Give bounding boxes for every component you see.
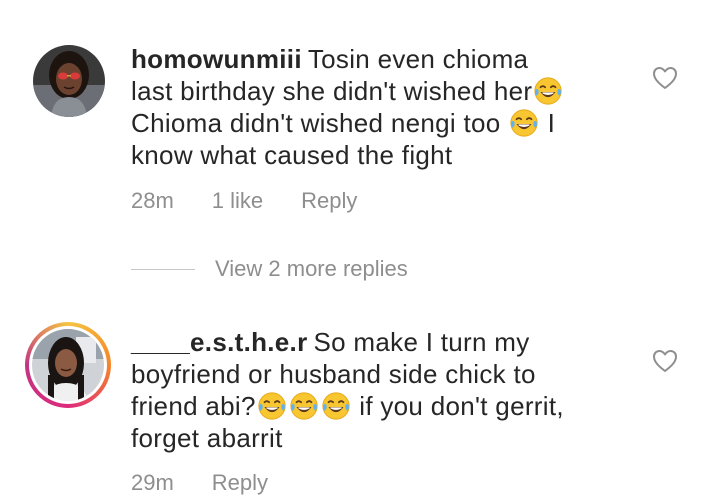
comment-text-segment: Tosin even chioma [307, 44, 529, 74]
avatar[interactable] [33, 45, 105, 117]
comment-line-1: homowunmiii Tosin even chioma [131, 43, 621, 75]
laughing-emoji-icon [289, 391, 319, 421]
comment-text-segment: forget abarrit [131, 423, 283, 453]
divider [131, 268, 195, 270]
comment-text-segment: Chioma didn't wished nengi too [131, 108, 501, 138]
comment-line-2: boyfriend or husband side chick to [131, 358, 621, 390]
comment-meta: 29m Reply [131, 470, 306, 496]
avatar [32, 329, 104, 401]
comment-likes[interactable]: 1 like [212, 188, 263, 214]
view-more-replies-button[interactable]: View 2 more replies [131, 252, 408, 286]
comment-line-3: Chioma didn't wished nengi too I [131, 107, 621, 139]
laughing-emoji-icon [533, 76, 563, 106]
reply-button[interactable]: Reply [212, 470, 268, 496]
laughing-emoji-icon [257, 391, 287, 421]
laughing-emoji-icon [509, 108, 539, 138]
comment-line-4: forget abarrit [131, 422, 621, 454]
comment-text-segment: last birthday she didn't wished her [131, 76, 533, 106]
comment-meta: 28m 1 like Reply [131, 188, 395, 214]
view-replies-label: View 2 more replies [215, 256, 408, 281]
comment-text: ____e.s.t.h.e.r So make I turn my boyfrie… [131, 326, 621, 454]
comment-time: 28m [131, 188, 174, 213]
comment-line-3: friend abi? if you don't gerrit, [131, 390, 621, 422]
comment-text-segment: know what caused the fight [131, 140, 453, 170]
comment-username[interactable]: ____e.s.t.h.e.r [131, 327, 308, 357]
laughing-emoji-icon [321, 391, 351, 421]
comment-text-segment: if you don't gerrit, [359, 391, 564, 421]
heart-outline-icon[interactable] [652, 66, 678, 90]
avatar-border [29, 326, 107, 404]
comment-line-4: know what caused the fight [131, 139, 621, 171]
comment-text-segment: friend abi? [131, 391, 256, 421]
comment-line-2: last birthday she didn't wished her [131, 75, 621, 107]
heart-outline-icon[interactable] [652, 349, 678, 373]
comment-text: homowunmiii Tosin even chioma last birthd… [131, 43, 621, 171]
comment-text-segment: boyfriend or husband side chick to [131, 359, 536, 389]
story-ring[interactable] [25, 322, 111, 408]
reply-button[interactable]: Reply [301, 188, 357, 214]
comment-username[interactable]: homowunmiii [131, 44, 302, 74]
comment-time: 29m [131, 470, 174, 495]
comment-text-segment: I [547, 108, 556, 138]
comment-line-1: ____e.s.t.h.e.r So make I turn my [131, 326, 621, 358]
comment-text-segment: So make I turn my [313, 327, 530, 357]
